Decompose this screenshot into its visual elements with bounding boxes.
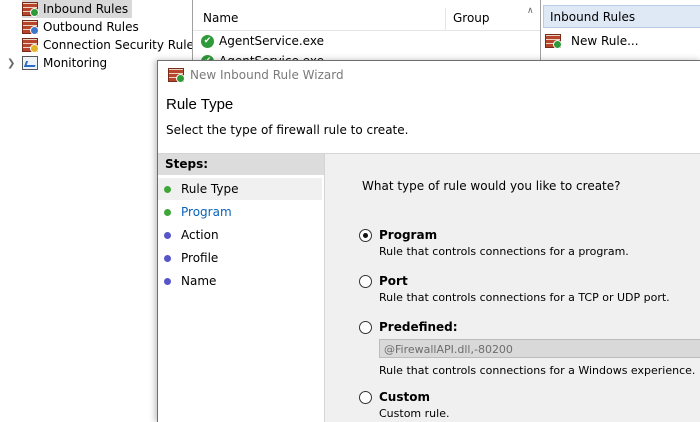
tree-item-label: Outbound Rules — [43, 20, 139, 34]
radio-custom[interactable] — [359, 391, 372, 404]
step-action: Action — [158, 224, 322, 246]
inbound-rules-icon — [22, 2, 39, 17]
page-title: Rule Type — [166, 96, 234, 113]
option-description: Rule that controls connections for a pro… — [379, 245, 629, 258]
rules-list: Name Group ∧ ✔ AgentService.exe ✔ AgentS… — [192, 0, 541, 68]
tree-item-connection-security-rules[interactable]: Connection Security Rules — [22, 36, 200, 54]
wizard-title-bar[interactable]: New Inbound Rule Wizard — [158, 61, 700, 88]
option-title[interactable]: Custom — [379, 390, 430, 404]
step-pending-dot-icon — [164, 254, 171, 262]
steps-pane: Steps: Rule Type Program Action Profile … — [158, 154, 325, 422]
tree-item-monitoring[interactable]: Monitoring — [22, 54, 107, 72]
step-label[interactable]: Program — [181, 201, 232, 223]
action-label: New Rule... — [571, 34, 639, 48]
new-rule-action[interactable]: New Rule... — [545, 31, 639, 51]
wizard-header: Rule Type Select the type of firewall ru… — [158, 88, 700, 152]
column-separator[interactable] — [445, 8, 446, 30]
step-profile: Profile — [158, 247, 322, 269]
rule-type-content: What type of rule would you like to crea… — [325, 154, 700, 422]
option-description: Rule that controls connections for a Win… — [379, 364, 696, 377]
option-title[interactable]: Predefined: — [379, 320, 458, 334]
list-header: Name Group ∧ — [193, 6, 541, 31]
predefined-select[interactable]: @FirewallAPI.dll,-80200 — [379, 339, 700, 358]
new-rule-icon — [545, 34, 562, 49]
firewall-icon — [168, 67, 185, 83]
outbound-rules-icon — [22, 20, 39, 35]
step-rule-type: Rule Type — [158, 178, 322, 200]
expand-chevron-icon[interactable]: ❯ — [7, 59, 17, 69]
radio-port[interactable] — [359, 275, 372, 288]
rule-type-question: What type of rule would you like to crea… — [362, 179, 621, 193]
allow-check-icon: ✔ — [201, 34, 214, 48]
option-description: Custom rule. — [379, 407, 450, 420]
tree-item-label: Connection Security Rules — [43, 38, 201, 52]
page-subtitle: Select the type of firewall rule to crea… — [166, 123, 409, 137]
tree-item-label: Inbound Rules — [43, 2, 129, 16]
radio-predefined[interactable] — [359, 321, 372, 334]
column-header-name[interactable]: Name — [203, 6, 238, 30]
monitoring-icon — [22, 56, 38, 70]
step-label: Profile — [181, 251, 219, 265]
step-pending-dot-icon — [164, 277, 171, 285]
step-complete-dot-icon — [164, 208, 171, 216]
step-pending-dot-icon — [164, 231, 171, 239]
step-name: Name — [158, 270, 322, 292]
option-title[interactable]: Port — [379, 274, 408, 288]
step-complete-dot-icon — [164, 185, 171, 193]
tree-item-inbound-rules[interactable]: Inbound Rules — [22, 0, 133, 18]
column-header-group[interactable]: Group — [453, 6, 490, 30]
step-label: Name — [181, 274, 217, 288]
actions-pane: Inbound Rules New Rule... — [540, 0, 700, 60]
wizard-title: New Inbound Rule Wizard — [190, 67, 344, 82]
connection-security-icon — [22, 38, 39, 53]
sort-arrow-icon: ∧ — [527, 6, 534, 16]
tree-item-outbound-rules[interactable]: Outbound Rules — [22, 18, 139, 36]
option-description: Rule that controls connections for a TCP… — [379, 291, 670, 304]
step-label: Rule Type — [181, 182, 239, 196]
actions-header[interactable]: Inbound Rules — [543, 5, 700, 28]
new-inbound-rule-wizard: New Inbound Rule Wizard Rule Type Select… — [157, 60, 700, 422]
rule-name: AgentService.exe — [219, 34, 324, 48]
option-title[interactable]: Program — [379, 228, 437, 242]
table-row[interactable]: ✔ AgentService.exe — [201, 31, 324, 51]
tree-item-label: Monitoring — [43, 56, 108, 70]
radio-program[interactable] — [359, 229, 372, 242]
steps-label: Steps: — [158, 154, 324, 175]
step-label: Action — [181, 228, 219, 242]
step-program[interactable]: Program — [158, 201, 322, 223]
